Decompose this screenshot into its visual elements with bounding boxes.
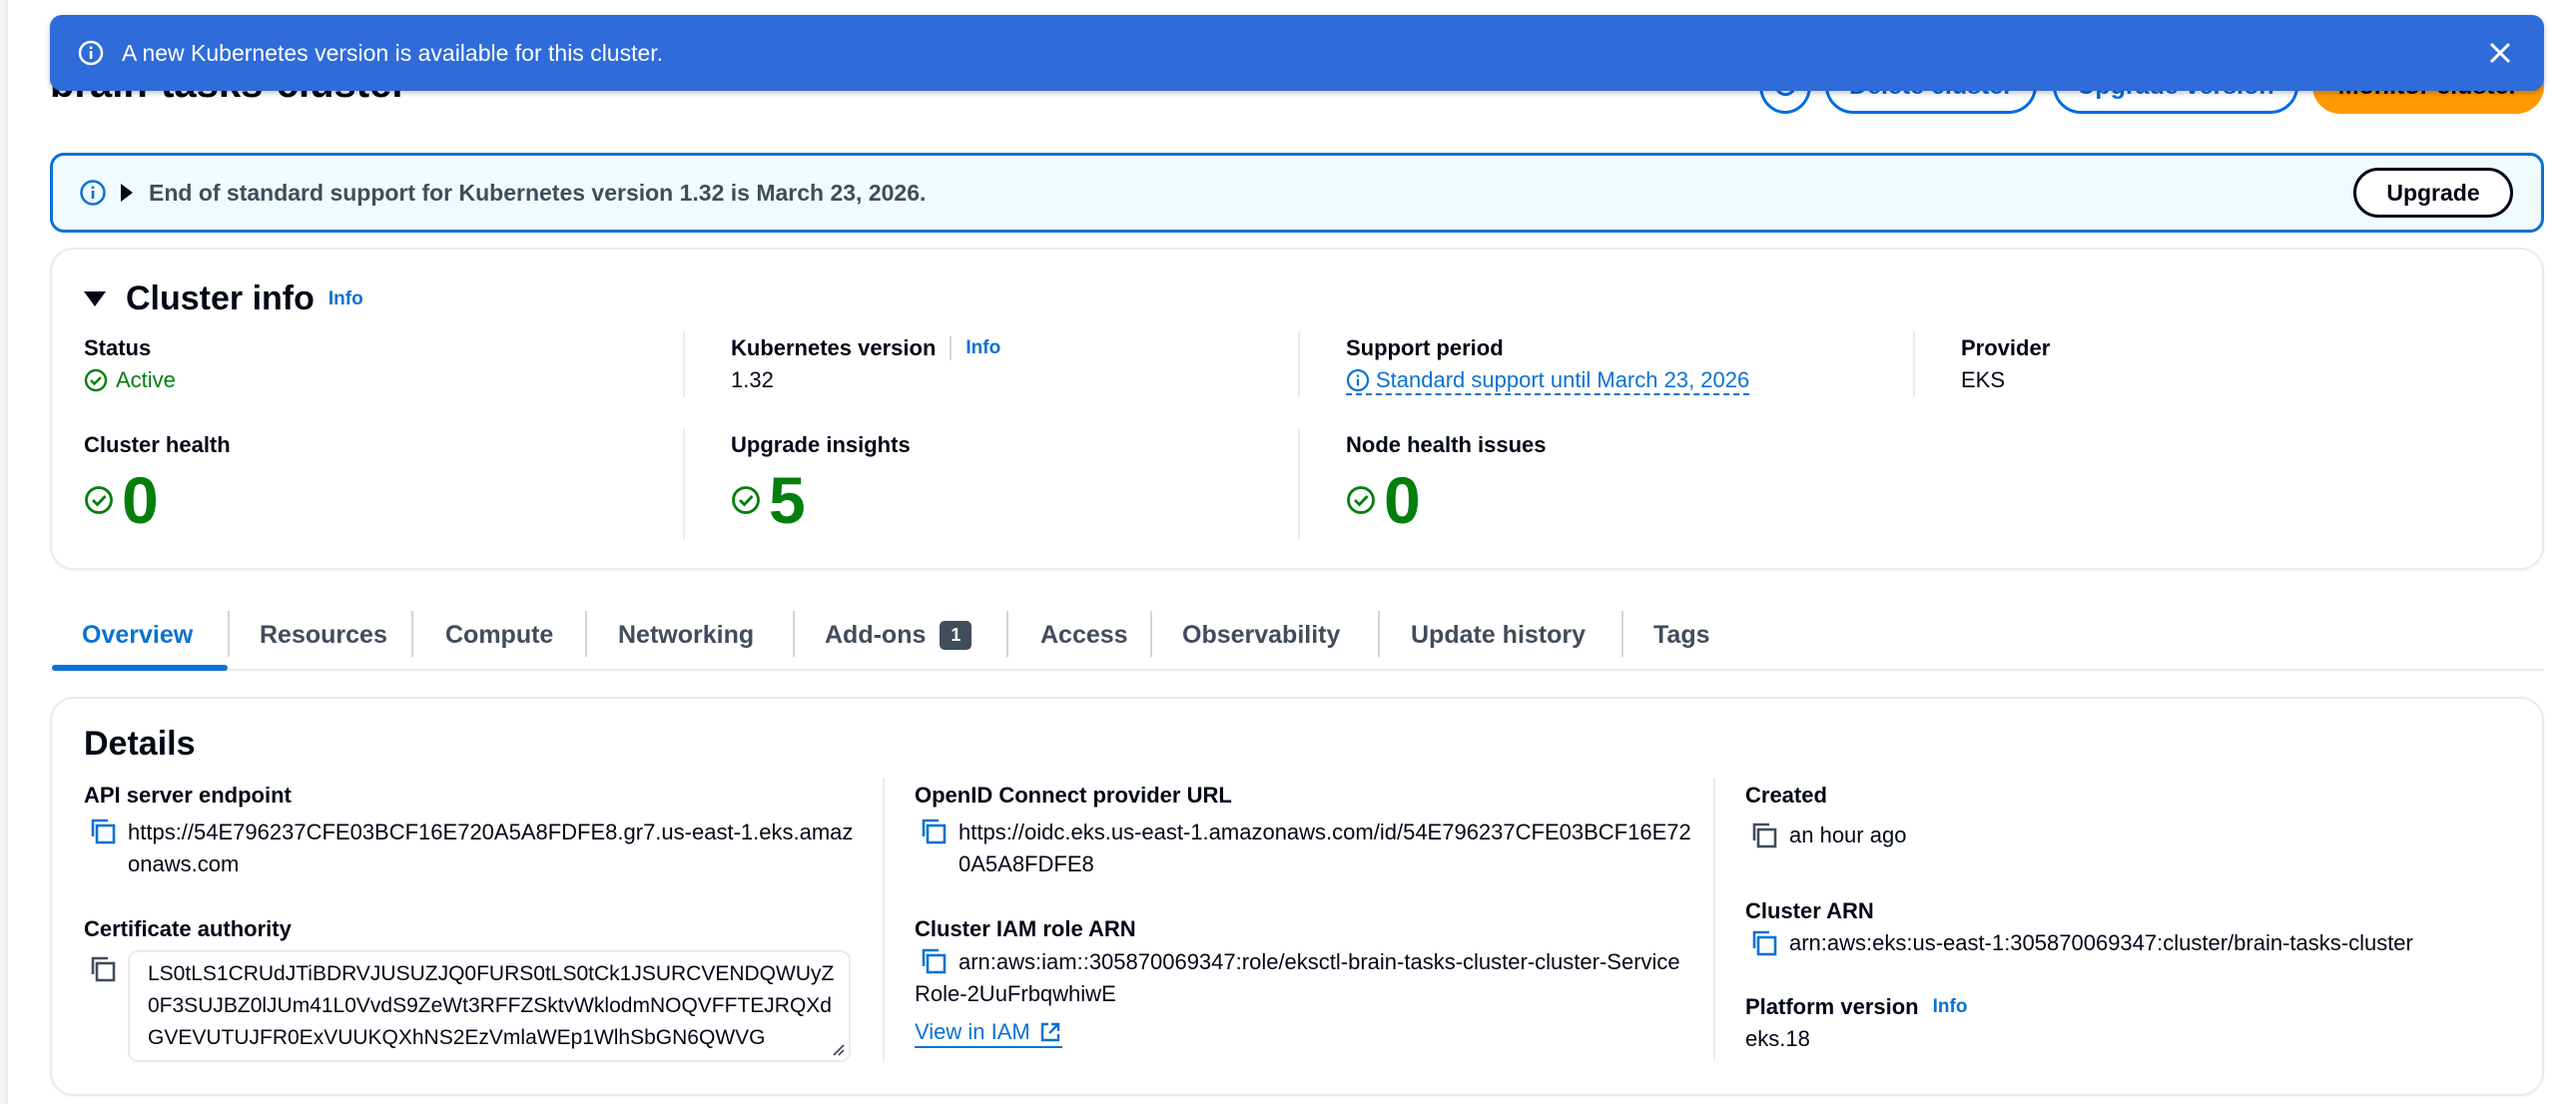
check-circle-icon [732,486,760,514]
cluster-arn-label: Cluster ARN [1745,898,1874,923]
tab-separator [1150,611,1152,657]
platform-info-link[interactable]: Info [1933,996,1968,1018]
tab-add-ons-label: Add-ons [825,620,927,649]
flash-dismiss-button[interactable] [2484,37,2516,69]
node-health-label: Node health issues [1346,432,1547,457]
upgrade-insights-label: Upgrade insights [731,432,911,457]
created-value: an hour ago [1789,823,1907,847]
oidc-url-value: https://oidc.eks.us-east-1.amazonaws.com… [959,820,1691,876]
oidc-url-label: OpenID Connect provider URL [915,783,1232,808]
tab-networking[interactable]: Networking [618,605,754,665]
column-divider [1298,429,1300,539]
details-title: Details [84,725,196,763]
status-label: Status [84,335,152,360]
platform-version-label-row: Platform version Info [1745,994,1967,1020]
api-endpoint-value: https://54E796237CFE03BCF16E720A5A8FDFE8… [128,820,854,876]
check-circle-icon [85,486,113,514]
info-icon [1346,368,1370,392]
status-value: Active [84,367,176,393]
upgrade-insights-count[interactable]: 5 [731,467,806,533]
cert-authority-textarea[interactable]: LS0tLS1CRUdJTiBDRVJUSUZJQ0FURS0tLS0tCk1J… [128,950,851,1062]
iam-role-value: arn:aws:iam::305870069347:role/eksctl-br… [915,949,1680,1006]
copy-icon[interactable] [919,817,949,846]
upgrade-insights-value[interactable]: 5 [769,467,806,533]
label-divider [950,336,953,360]
column-divider [683,429,685,539]
tab-add-ons[interactable]: Add-ons 1 [825,605,972,665]
status-text: Active [116,367,176,392]
platform-version-label: Platform version [1745,994,1919,1019]
support-alert-text[interactable]: End of standard support for Kubernetes v… [149,180,926,207]
column-divider [883,779,885,1060]
support-period-label: Support period [1346,335,1504,360]
k8s-version-label-row: Kubernetes version Info [731,335,1000,361]
k8s-version-label: Kubernetes version [731,335,937,360]
column-divider [1298,331,1300,397]
provider-label: Provider [1961,335,2051,360]
api-endpoint-label: API server endpoint [84,783,292,808]
add-ons-count-badge: 1 [940,620,972,650]
support-period-value[interactable]: Standard support until March 23, 2026 [1346,367,1750,398]
tab-separator [228,611,230,657]
alert-upgrade-button[interactable]: Upgrade [2353,168,2513,218]
active-tab-indicator [52,665,228,671]
tab-separator [793,611,795,657]
k8s-info-link[interactable]: Info [966,337,1000,359]
external-link-icon [1040,1022,1059,1042]
tab-tags[interactable]: Tags [1653,605,1710,665]
left-rail [0,0,8,1104]
flash-message: A new Kubernetes version is available fo… [122,39,664,66]
node-health-value: 0 [1384,463,1421,537]
info-icon [80,180,106,206]
support-alert: End of standard support for Kubernetes v… [50,153,2544,233]
node-health-count: 0 [1346,467,1421,533]
tab-resources[interactable]: Resources [260,605,387,665]
cluster-health-count: 0 [84,467,159,533]
copy-icon[interactable] [1749,821,1779,850]
k8s-version-value: 1.32 [731,367,774,392]
tab-compute[interactable]: Compute [445,605,553,665]
provider-value: EKS [1961,367,2006,392]
cluster-info-panel: Cluster info Info Status Active Kubernet… [50,248,2544,570]
tab-bar: Overview Resources Compute Networking Ad… [50,605,2544,671]
view-in-iam-text[interactable]: View in IAM [915,1018,1030,1046]
cluster-health-label: Cluster health [84,432,231,457]
cluster-health-value: 0 [122,463,159,537]
close-icon [2489,42,2511,64]
copy-icon[interactable] [88,817,118,846]
check-circle-icon [1347,486,1375,514]
column-divider [683,331,685,397]
cluster-info-title: Cluster info [126,279,315,317]
platform-version-value: eks.18 [1745,1026,1810,1051]
tab-separator [1006,611,1008,657]
tab-separator [585,611,587,657]
cert-authority-label: Certificate authority [84,916,292,941]
tab-separator [411,611,413,657]
copy-icon[interactable] [1749,928,1779,958]
view-in-iam-link[interactable]: View in IAM [915,1018,1062,1048]
tab-separator [1378,611,1380,657]
details-panel: Details API server endpoint https://54E7… [50,697,2544,1096]
flash-notification: A new Kubernetes version is available fo… [50,15,2544,91]
tab-access[interactable]: Access [1040,605,1128,665]
iam-role-label: Cluster IAM role ARN [915,916,1136,941]
collapse-caret-icon[interactable] [84,291,106,306]
tab-separator [1621,611,1623,657]
column-divider [1713,779,1715,1060]
check-circle-icon [84,368,108,392]
tab-update-history[interactable]: Update history [1411,605,1586,665]
resize-grip-icon[interactable] [831,1042,845,1056]
column-divider [1913,331,1915,397]
cluster-info-header[interactable]: Cluster info Info [84,279,363,318]
tab-observability[interactable]: Observability [1182,605,1340,665]
info-icon [78,40,104,66]
cluster-arn-value: arn:aws:eks:us-east-1:305870069347:clust… [1789,930,2413,955]
created-label: Created [1745,783,1827,808]
support-period-link[interactable]: Standard support until March 23, 2026 [1376,367,1749,393]
copy-icon[interactable] [88,954,118,984]
tab-overview[interactable]: Overview [82,605,193,665]
expand-caret-icon[interactable] [121,184,133,202]
cert-authority-value: LS0tLS1CRUdJTiBDRVJUSUZJQ0FURS0tLS0tCk1J… [148,962,835,1049]
cluster-info-info-link[interactable]: Info [328,288,363,310]
